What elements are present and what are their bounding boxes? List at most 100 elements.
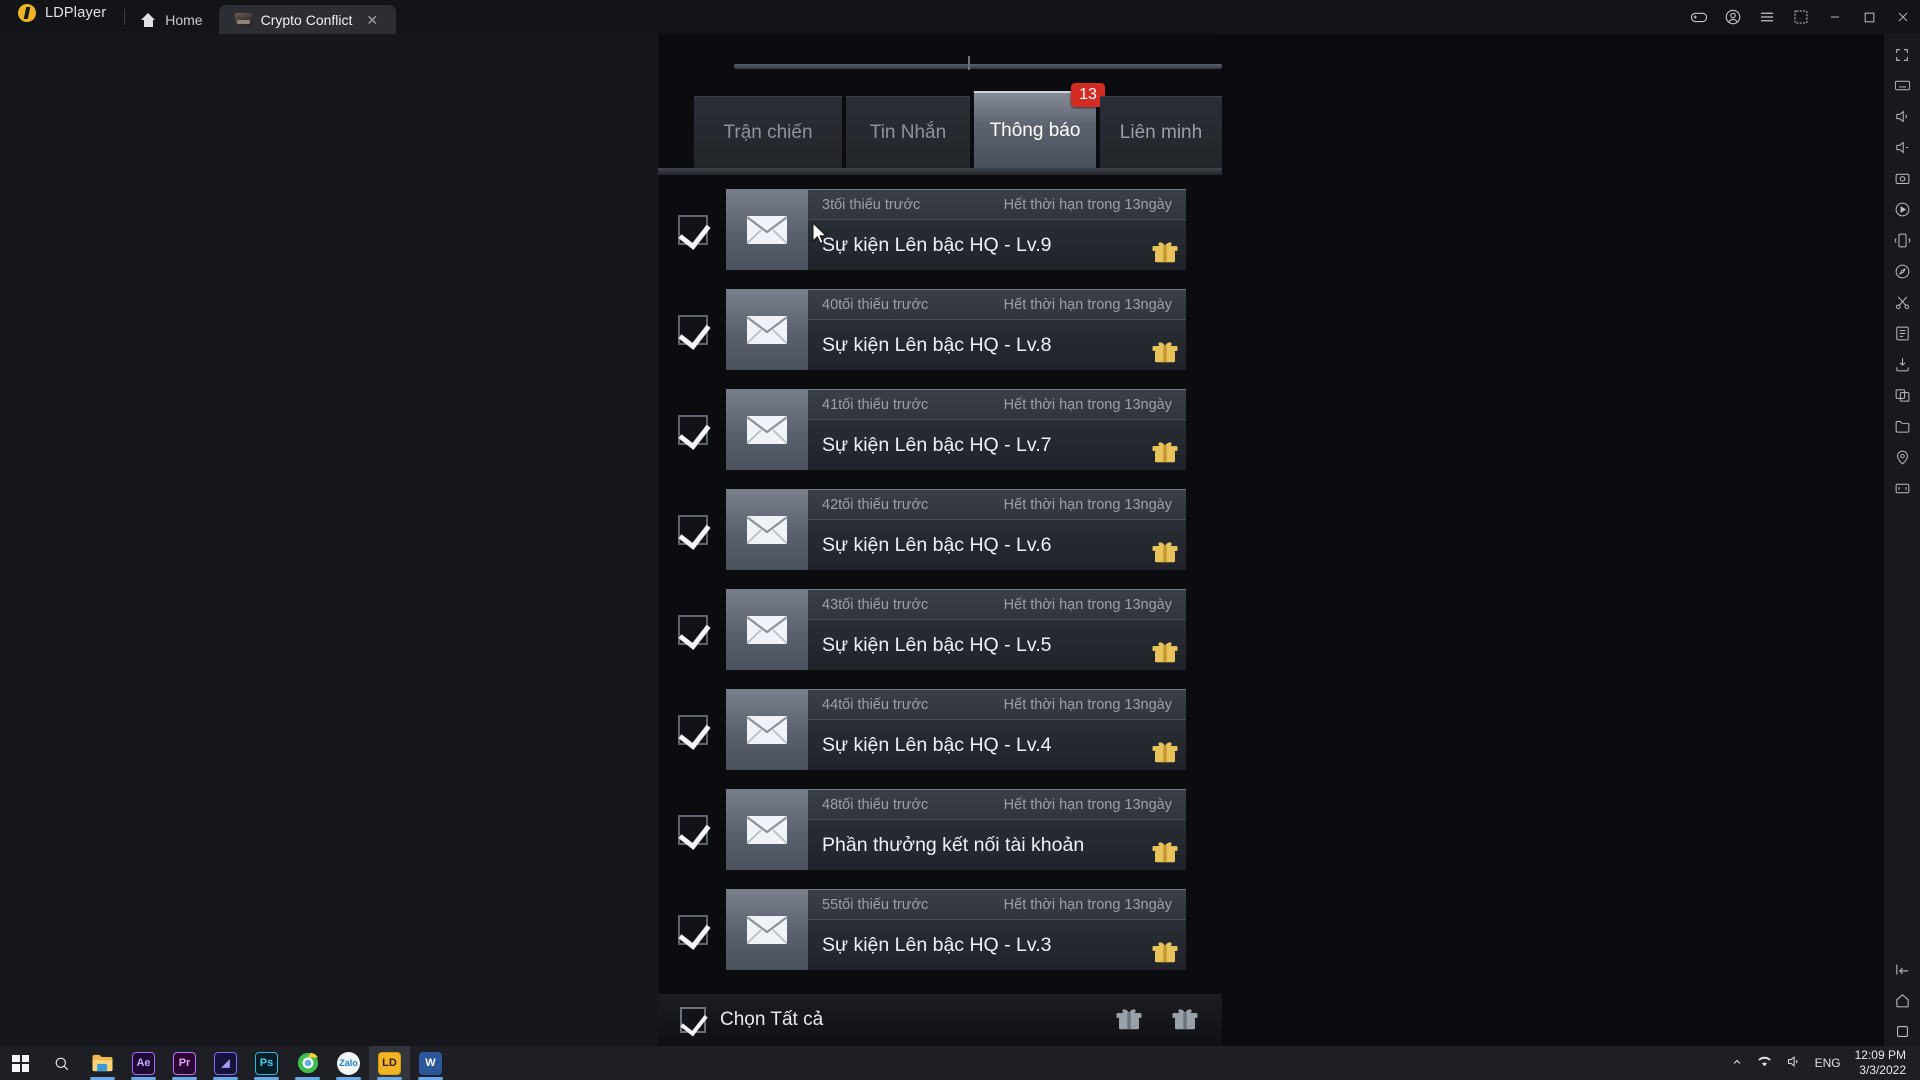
mail-row[interactable]: 48tối thiếu trước Hết thời hạn trong 13ng…	[658, 782, 1222, 877]
zalo-button[interactable]: Zalo	[328, 1046, 369, 1080]
mail-row-body[interactable]: 48tối thiếu trước Hết thời hạn trong 13ng…	[726, 789, 1186, 870]
gift-icon[interactable]	[1150, 636, 1180, 666]
mail-row[interactable]: 43tối thiếu trước Hết thời hạn trong 13ng…	[658, 582, 1222, 677]
clock[interactable]: 12:09 PM 3/3/2022	[1855, 1048, 1906, 1078]
mail-row-body[interactable]: 42tối thiếu trước Hết thời hạn trong 13ng…	[726, 489, 1186, 570]
select-all-checkbox[interactable]	[680, 1007, 706, 1033]
mail-row[interactable]: 40tối thiếu trước Hết thời hạn trong 13ng…	[658, 282, 1222, 377]
search-button[interactable]	[41, 1046, 82, 1080]
chrome-button[interactable]	[287, 1046, 328, 1080]
file-explorer-button[interactable]	[82, 1046, 123, 1080]
mail-row[interactable]: 42tối thiếu trước Hết thời hạn trong 13ng…	[658, 482, 1222, 577]
word-button[interactable]: W	[410, 1046, 451, 1080]
mail-time: 55tối thiếu trước	[822, 896, 929, 913]
mail-row-checkbox[interactable]	[678, 814, 708, 845]
clock-date: 3/3/2022	[1859, 1063, 1906, 1077]
volume-down-icon[interactable]	[1886, 133, 1918, 162]
mail-row-body[interactable]: 41tối thiếu trước Hết thời hạn trong 13ng…	[726, 389, 1186, 470]
language-indicator[interactable]: ENG	[1815, 1056, 1841, 1070]
account-icon[interactable]	[1716, 0, 1750, 34]
volume-icon[interactable]	[1786, 1054, 1801, 1072]
mail-row-main: 41tối thiếu trước Hết thời hạn trong 13ng…	[808, 390, 1186, 470]
scissors-icon[interactable]	[1886, 288, 1918, 317]
video-record-icon[interactable]	[1886, 195, 1918, 224]
mail-row-checkbox[interactable]	[678, 414, 708, 445]
mail-row-body[interactable]: 43tối thiếu trước Hết thời hạn trong 13ng…	[726, 589, 1186, 670]
folder-icon	[92, 1054, 113, 1072]
delete-gift-icon[interactable]	[1170, 1003, 1200, 1038]
mail-row-checkbox[interactable]	[678, 514, 708, 545]
multi-window-icon[interactable]	[1886, 381, 1918, 410]
network-icon[interactable]	[1757, 1054, 1772, 1072]
gamepad-icon[interactable]	[1682, 0, 1716, 34]
volume-up-icon[interactable]	[1886, 102, 1918, 131]
emulator-screen: Trận chiến Tin Nhắn Thông báo 13 Liên mi…	[0, 34, 1884, 1046]
ldplayer-brand: LDPlayer	[0, 0, 124, 34]
gift-icon[interactable]	[1150, 736, 1180, 766]
back-icon[interactable]	[1886, 955, 1918, 984]
mail-row-checkbox[interactable]	[678, 214, 708, 245]
show-hidden-icons-icon[interactable]	[1731, 1056, 1743, 1071]
apk-install-icon[interactable]	[1886, 350, 1918, 379]
tab-lien-minh[interactable]: Liên minh	[1100, 96, 1222, 168]
mail-row-checkbox[interactable]	[678, 714, 708, 745]
tab-tran-chien[interactable]: Trận chiến	[694, 96, 842, 168]
shake-icon[interactable]	[1886, 226, 1918, 255]
windows-taskbar: Ae Pr Ps Zalo LD W ENG 12:09 PM 3/3/2022	[0, 1046, 1920, 1080]
mail-row-checkbox[interactable]	[678, 314, 708, 345]
gps-location-icon[interactable]	[1886, 443, 1918, 472]
fullscreen-icon[interactable]	[1886, 40, 1918, 69]
gift-icon[interactable]	[1150, 836, 1180, 866]
tab-home[interactable]: Home	[125, 5, 218, 34]
ldplayer-button[interactable]: LD	[369, 1046, 410, 1080]
start-button[interactable]	[0, 1046, 41, 1080]
window-notch	[968, 56, 970, 70]
mail-row[interactable]: 44tối thiếu trước Hết thời hạn trong 13ng…	[658, 682, 1222, 777]
mail-row-body[interactable]: 3tối thiếu trước Hết thời hạn trong 13ngà…	[726, 189, 1186, 270]
tab-home-label: Home	[165, 11, 203, 28]
mail-row-body[interactable]: 44tối thiếu trước Hết thời hạn trong 13ng…	[726, 689, 1186, 770]
multi-instance-icon[interactable]	[1784, 0, 1818, 34]
claim-all-gift-icon[interactable]	[1114, 1003, 1144, 1038]
mail-row-checkbox[interactable]	[678, 614, 708, 645]
keyboard-icon[interactable]	[1886, 71, 1918, 100]
mail-row[interactable]: 41tối thiếu trước Hết thời hạn trong 13ng…	[658, 382, 1222, 477]
rotate-screen-icon[interactable]	[1886, 474, 1918, 503]
close-icon[interactable]: ✕	[364, 12, 380, 28]
browser-icon	[297, 1052, 318, 1074]
mail-list[interactable]: 3tối thiếu trước Hết thời hạn trong 13ngà…	[658, 182, 1222, 1012]
media-encoder-button[interactable]	[205, 1046, 246, 1080]
gift-icon[interactable]	[1150, 236, 1180, 266]
mail-row-checkbox[interactable]	[678, 914, 708, 945]
gift-icon[interactable]	[1150, 936, 1180, 966]
mail-expiry: Hết thời hạn trong 13ngày	[1003, 896, 1172, 913]
folder-icon[interactable]	[1886, 412, 1918, 441]
maximize-icon[interactable]	[1852, 0, 1886, 34]
tab-tin-nhan[interactable]: Tin Nhắn	[846, 96, 970, 168]
tab-thong-bao[interactable]: Thông báo 13	[974, 83, 1105, 168]
minimize-icon[interactable]	[1818, 0, 1852, 34]
mail-row-meta: 3tối thiếu trước Hết thời hạn trong 13ngà…	[808, 190, 1186, 220]
mail-row-body[interactable]: 55tối thiếu trước Hết thời hạn trong 13ng…	[726, 889, 1186, 970]
script-icon[interactable]	[1886, 319, 1918, 348]
recents-icon[interactable]	[1886, 1017, 1918, 1046]
screenshot-icon[interactable]	[1886, 164, 1918, 193]
mail-row[interactable]: 3tối thiếu trước Hết thời hạn trong 13ngà…	[658, 182, 1222, 277]
gift-icon[interactable]	[1150, 436, 1180, 466]
premiere-pro-button[interactable]: Pr	[164, 1046, 205, 1080]
close-icon[interactable]	[1886, 0, 1920, 34]
location-route-icon[interactable]	[1886, 257, 1918, 286]
mail-title: Sự kiện Lên bậc HQ - Lv.4	[822, 733, 1052, 756]
menu-icon[interactable]	[1750, 0, 1784, 34]
mail-row-meta: 43tối thiếu trước Hết thời hạn trong 13ng…	[808, 590, 1186, 620]
mail-row[interactable]: 55tối thiếu trước Hết thời hạn trong 13ng…	[658, 882, 1222, 977]
photoshop-button[interactable]: Ps	[246, 1046, 287, 1080]
after-effects-button[interactable]: Ae	[123, 1046, 164, 1080]
gift-icon[interactable]	[1150, 336, 1180, 366]
gift-icon[interactable]	[1150, 536, 1180, 566]
mail-title: Sự kiện Lên bậc HQ - Lv.5	[822, 633, 1052, 656]
mail-time: 42tối thiếu trước	[822, 496, 929, 513]
tab-crypto-conflict[interactable]: Crypto Conflict ✕	[218, 5, 397, 34]
mail-row-body[interactable]: 40tối thiếu trước Hết thời hạn trong 13ng…	[726, 289, 1186, 370]
home-nav-icon[interactable]	[1886, 986, 1918, 1015]
